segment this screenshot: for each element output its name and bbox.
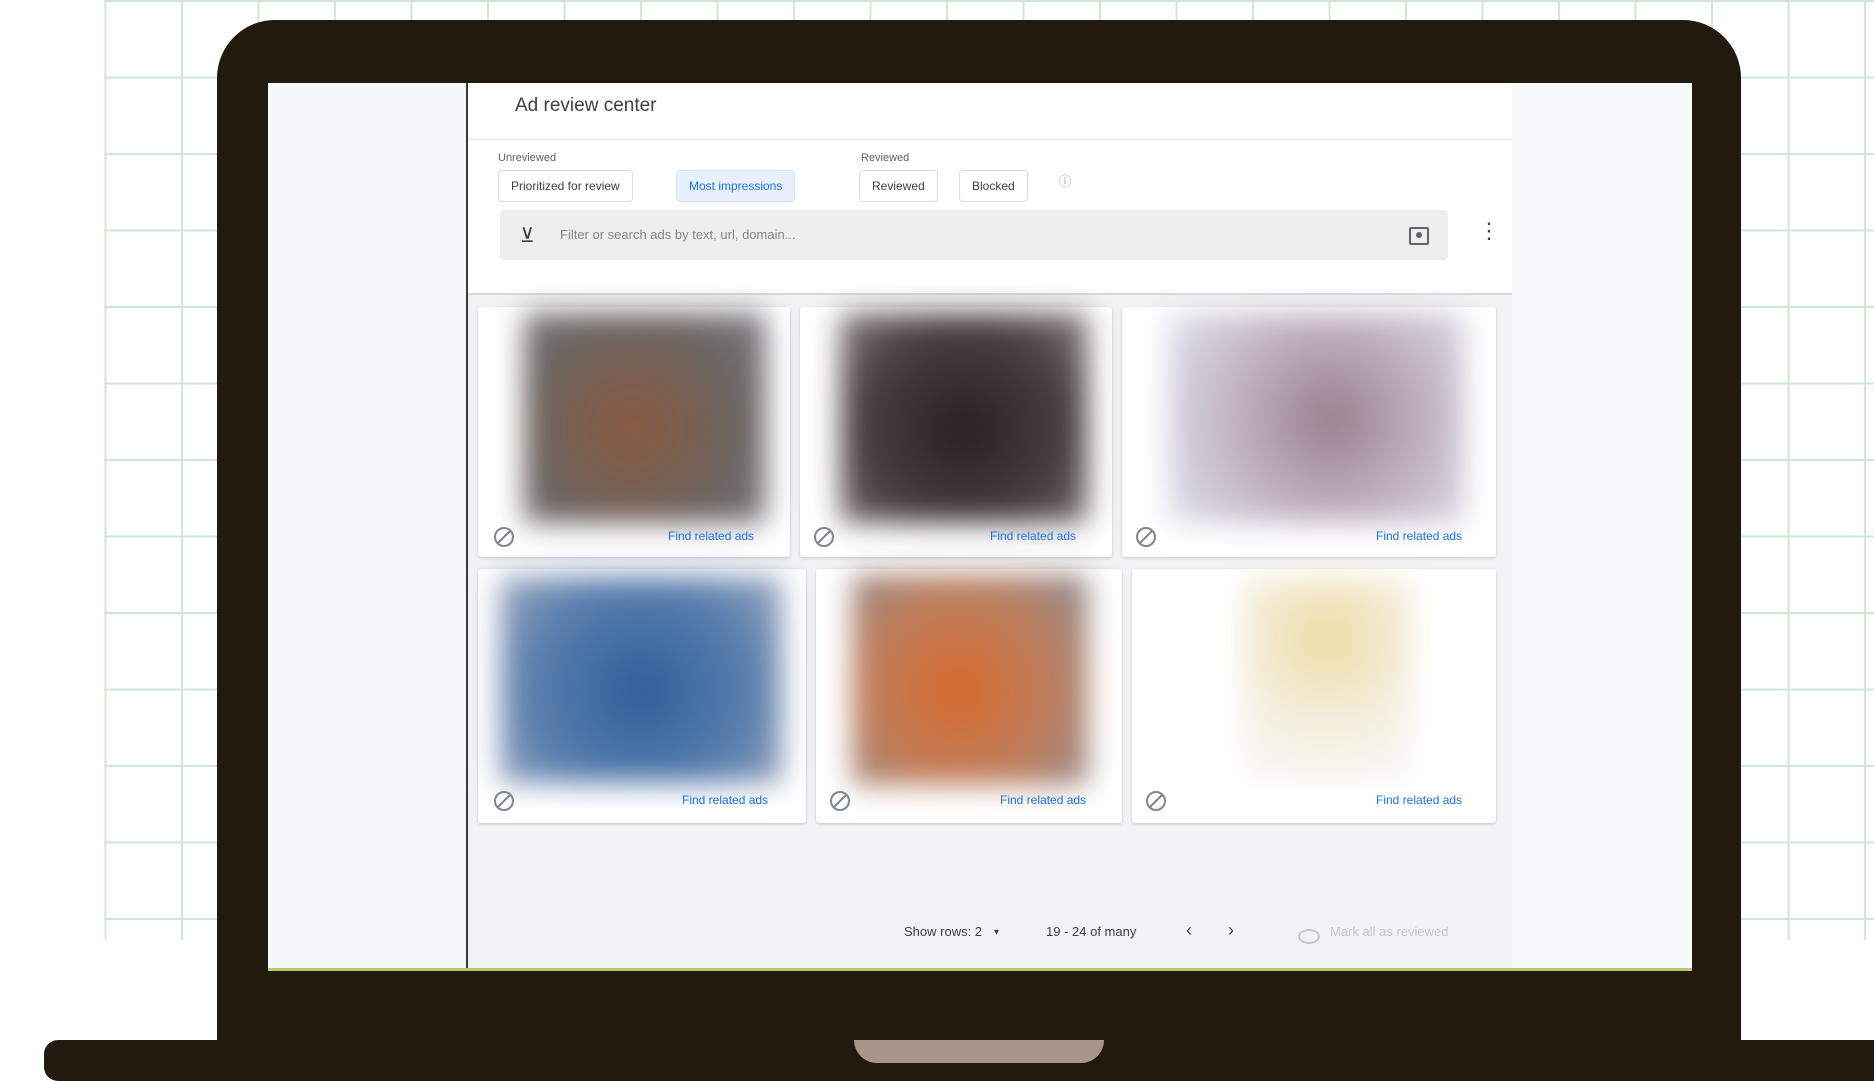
background-left: [0, 0, 104, 1081]
mark-all-reviewed-button[interactable]: Mark all as reviewed: [1330, 924, 1449, 939]
find-related-ads-link[interactable]: Find related ads: [1376, 529, 1462, 543]
laptop-screen: Ad review center Unreviewed Reviewed Pri…: [268, 83, 1692, 970]
show-rows-select[interactable]: Show rows: 2: [904, 924, 982, 939]
chip-most-impressions[interactable]: Most impressions: [676, 170, 796, 202]
block-icon[interactable]: [814, 527, 834, 547]
screen-edge: [268, 968, 1692, 971]
find-related-ads-link[interactable]: Find related ads: [1376, 793, 1462, 807]
ad-thumbnail[interactable]: [1242, 577, 1412, 783]
find-related-ads-link[interactable]: Find related ads: [682, 793, 768, 807]
ad-card[interactable]: Find related ads: [800, 307, 1112, 557]
ad-thumbnail[interactable]: [524, 313, 766, 523]
filter-panel: Unreviewed Reviewed Prioritized for revi…: [468, 140, 1512, 295]
unreviewed-label: Unreviewed: [498, 152, 557, 164]
ad-thumbnail[interactable]: [1168, 313, 1464, 523]
left-sidebar: [268, 83, 468, 970]
find-related-ads-link[interactable]: Find related ads: [990, 529, 1076, 543]
find-related-ads-link[interactable]: Find related ads: [1000, 793, 1086, 807]
eye-icon[interactable]: [1298, 929, 1320, 944]
ad-thumbnail[interactable]: [852, 575, 1088, 785]
block-icon[interactable]: [494, 527, 514, 547]
chevron-down-icon[interactable]: ▾: [994, 927, 999, 938]
laptop-notch: [854, 1040, 1104, 1063]
chip-blocked[interactable]: Blocked: [959, 170, 1028, 202]
screenshot-icon[interactable]: [1409, 227, 1429, 245]
previous-page-icon[interactable]: ‹: [1186, 920, 1192, 941]
ad-card[interactable]: Find related ads: [1122, 307, 1496, 557]
filter-icon[interactable]: ⊻: [520, 223, 535, 248]
ad-thumbnail[interactable]: [840, 313, 1088, 523]
ad-review-app: Ad review center Unreviewed Reviewed Pri…: [468, 83, 1512, 970]
find-related-ads-link[interactable]: Find related ads: [668, 529, 754, 543]
search-input[interactable]: Filter or search ads by text, url, domai…: [560, 227, 796, 242]
reviewed-label: Reviewed: [861, 152, 910, 164]
block-icon[interactable]: [494, 791, 514, 811]
chip-prioritized-for-review[interactable]: Prioritized for review: [498, 170, 633, 202]
info-icon[interactable]: ⓘ: [1058, 175, 1072, 189]
search-bar[interactable]: ⊻ Filter or search ads by text, url, dom…: [500, 210, 1448, 260]
ad-card[interactable]: Find related ads: [816, 569, 1122, 823]
more-options-icon[interactable]: ⋮: [1478, 220, 1500, 242]
ad-card[interactable]: Find related ads: [478, 307, 790, 557]
ad-card[interactable]: Find related ads: [1132, 569, 1496, 823]
block-icon[interactable]: [1136, 527, 1156, 547]
block-icon[interactable]: [830, 791, 850, 811]
next-page-icon[interactable]: ›: [1228, 920, 1234, 941]
chip-reviewed[interactable]: Reviewed: [859, 170, 938, 202]
page-range: 19 - 24 of many: [1046, 924, 1137, 939]
block-icon[interactable]: [1146, 791, 1166, 811]
page-title: Ad review center: [515, 95, 657, 116]
app-header: Ad review center: [468, 83, 1512, 140]
ad-card[interactable]: Find related ads: [478, 569, 806, 823]
ad-thumbnail[interactable]: [500, 577, 782, 783]
